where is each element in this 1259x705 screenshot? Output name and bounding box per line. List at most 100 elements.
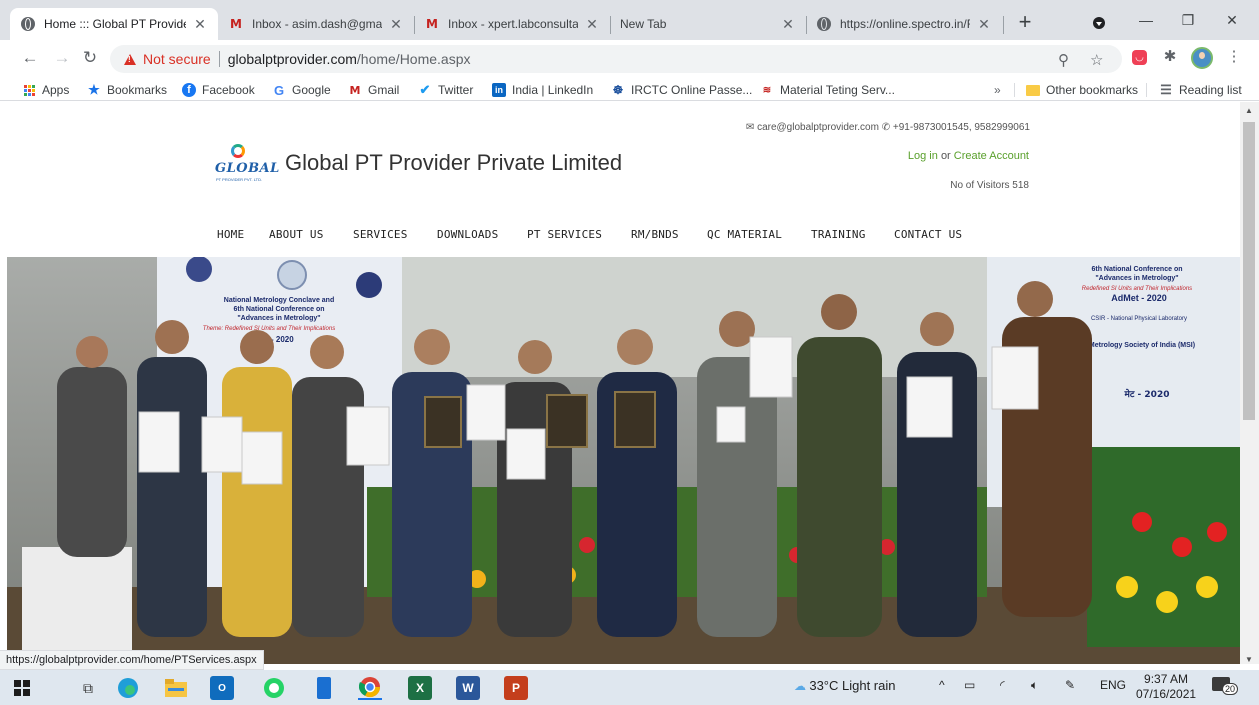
battery-icon[interactable]: ▭: [964, 678, 975, 692]
tab-title: https://online.spectro.in/R: [840, 17, 970, 31]
scroll-up-icon[interactable]: ▲: [1244, 106, 1254, 115]
notifications-icon[interactable]: 20: [1212, 677, 1239, 697]
bookmarks-bar: Apps ★ Bookmarks f Facebook G Google M G…: [0, 77, 1259, 101]
tab-title: Home ::: Global PT Provide: [44, 17, 186, 31]
bookmark-gmail[interactable]: M Gmail: [348, 81, 400, 99]
bookmark-label: Facebook: [202, 83, 255, 97]
profile-avatar[interactable]: [1191, 47, 1213, 69]
tab-search-icon[interactable]: [1093, 17, 1105, 29]
windows-start-icon[interactable]: [10, 676, 34, 700]
phone-icon: ✆: [881, 122, 891, 133]
bookmark-label: IRCTC Online Passe...: [631, 83, 753, 97]
nav-training[interactable]: TRAINING: [811, 228, 866, 241]
clock[interactable]: 9:37 AM 07/16/2021: [1136, 672, 1196, 702]
bookmarks-overflow-button[interactable]: »: [994, 81, 1001, 99]
close-tab-icon[interactable]: ✕: [192, 16, 208, 33]
twitter-icon: ✔: [419, 82, 431, 97]
pen-icon[interactable]: ✎: [1065, 678, 1075, 692]
hero-slideshow-image[interactable]: National Metrology Conclave and 6th Nati…: [7, 257, 1240, 664]
tab-new-tab[interactable]: New Tab ✕: [610, 8, 806, 40]
back-button[interactable]: ←: [20, 48, 40, 68]
nav-about-us[interactable]: ABOUT US: [269, 228, 324, 241]
bookmark-linkedin[interactable]: in India | LinkedIn: [492, 81, 593, 99]
bookmark-twitter[interactable]: ✔ Twitter: [418, 81, 474, 99]
outlook-icon[interactable]: O: [210, 676, 234, 700]
site-logo[interactable]: GLOBAL PT PROVIDER PVT. LTD.: [213, 144, 279, 186]
whatsapp-icon[interactable]: [262, 676, 286, 700]
pocket-extension-icon[interactable]: ◡: [1132, 50, 1147, 65]
wifi-icon[interactable]: ◜: [1000, 678, 1005, 692]
reading-list-button[interactable]: ☰ Reading list: [1159, 81, 1242, 99]
nav-qc-material[interactable]: QC MATERIAL: [707, 228, 782, 241]
address-bar[interactable]: Not secure globalptprovider.com/home/Hom…: [110, 45, 1122, 73]
tab-title: Inbox - xpert.labconsultan: [448, 17, 578, 31]
contact-email[interactable]: care@globalptprovider.com: [757, 122, 879, 133]
new-tab-button[interactable]: +: [1014, 11, 1036, 34]
bookmark-irctc[interactable]: ☸ IRCTC Online Passe...: [611, 81, 753, 99]
other-bookmarks-folder[interactable]: Other bookmarks: [1026, 81, 1138, 99]
bookmark-apps[interactable]: Apps: [22, 81, 69, 99]
contact-info: ✉ care@globalptprovider.com ✆ +91-987300…: [746, 122, 1030, 133]
scroll-down-icon[interactable]: ▼: [1244, 655, 1254, 664]
minimize-button[interactable]: —: [1136, 10, 1156, 30]
create-account-link[interactable]: Create Account: [954, 150, 1029, 162]
gmail-icon: M: [349, 83, 361, 97]
warning-icon: [124, 53, 136, 65]
close-tab-icon[interactable]: ✕: [976, 16, 992, 33]
bookmark-material-testing[interactable]: ≋ Material Teting Serv...: [760, 81, 895, 99]
phone-link-icon[interactable]: [312, 676, 336, 700]
bookmark-bookmarks[interactable]: ★ Bookmarks: [87, 81, 167, 99]
zoom-icon[interactable]: ⚲: [1058, 51, 1069, 69]
url-path: /home/Home.aspx: [356, 51, 471, 67]
linkedin-icon: in: [492, 83, 506, 97]
nav-rm-bnds[interactable]: RM/BNDS: [631, 228, 679, 241]
nav-services[interactable]: SERVICES: [353, 228, 408, 241]
excel-icon[interactable]: X: [408, 676, 432, 700]
security-label[interactable]: Not secure: [143, 51, 211, 67]
reload-button[interactable]: ↻: [80, 48, 100, 68]
bookmark-label: Bookmarks: [107, 83, 168, 97]
scrollbar-thumb[interactable]: [1243, 122, 1255, 420]
language-indicator[interactable]: ENG: [1100, 678, 1126, 692]
tab-spectro[interactable]: https://online.spectro.in/R ✕: [806, 8, 1002, 40]
tab-gmail-xpert[interactable]: M Inbox - xpert.labconsultan ✕: [414, 8, 610, 40]
nav-pt-services[interactable]: PT SERVICES: [527, 228, 602, 241]
contact-phone: +91-9873001545, 9582999061: [892, 122, 1030, 133]
close-tab-icon[interactable]: ✕: [388, 16, 404, 33]
show-hidden-icons[interactable]: ^: [939, 678, 945, 692]
file-explorer-icon[interactable]: [164, 676, 188, 700]
login-link[interactable]: Log in: [908, 150, 938, 162]
chrome-taskbar-icon[interactable]: [358, 676, 382, 700]
bookmark-google[interactable]: G Google: [272, 81, 331, 99]
mail-icon: ✉: [745, 122, 755, 133]
logo-subtext: PT PROVIDER PVT. LTD.: [216, 177, 263, 182]
volume-icon[interactable]: 🔈︎: [1031, 678, 1038, 693]
facebook-icon: f: [182, 83, 196, 97]
word-icon[interactable]: W: [456, 676, 480, 700]
tab-gmail-asim[interactable]: M Inbox - asim.dash@gmail. ✕: [218, 8, 414, 40]
close-tab-icon[interactable]: ✕: [780, 16, 796, 33]
task-view-icon[interactable]: ⧉: [76, 676, 100, 700]
apps-grid-icon: [22, 83, 36, 97]
tab-global-pt[interactable]: Home ::: Global PT Provide ✕: [10, 8, 218, 40]
extensions-puzzle-icon[interactable]: ✱: [1160, 47, 1180, 67]
bookmarks-divider: [1146, 83, 1147, 97]
weather-widget[interactable]: ☁ 33°C Light rain: [794, 678, 895, 693]
site-title: Global PT Provider Private Limited: [285, 150, 623, 175]
close-window-button[interactable]: ✕: [1222, 10, 1242, 30]
account-links: Log in or Create Account: [908, 150, 1029, 162]
bookmark-star-icon[interactable]: ☆: [1090, 51, 1103, 69]
nav-contact-us[interactable]: CONTACT US: [894, 228, 962, 241]
forward-button[interactable]: →: [52, 48, 72, 68]
close-tab-icon[interactable]: ✕: [584, 16, 600, 33]
bookmark-label: Material Teting Serv...: [780, 83, 895, 97]
powerpoint-icon[interactable]: P: [504, 676, 528, 700]
nav-downloads[interactable]: DOWNLOADS: [437, 228, 498, 241]
bookmark-facebook[interactable]: f Facebook: [182, 81, 255, 99]
edge-icon[interactable]: [116, 676, 140, 700]
logo-ring-icon: [231, 144, 245, 158]
restore-button[interactable]: ❐: [1178, 10, 1198, 30]
windows-taskbar: ⧉ O X W P ☁ 33°C Light rain ^ ▭ ◜ 🔈︎ ✎ E…: [0, 670, 1259, 705]
nav-home[interactable]: HOME: [217, 228, 244, 241]
menu-kebab-icon[interactable]: ⋮: [1224, 47, 1244, 67]
